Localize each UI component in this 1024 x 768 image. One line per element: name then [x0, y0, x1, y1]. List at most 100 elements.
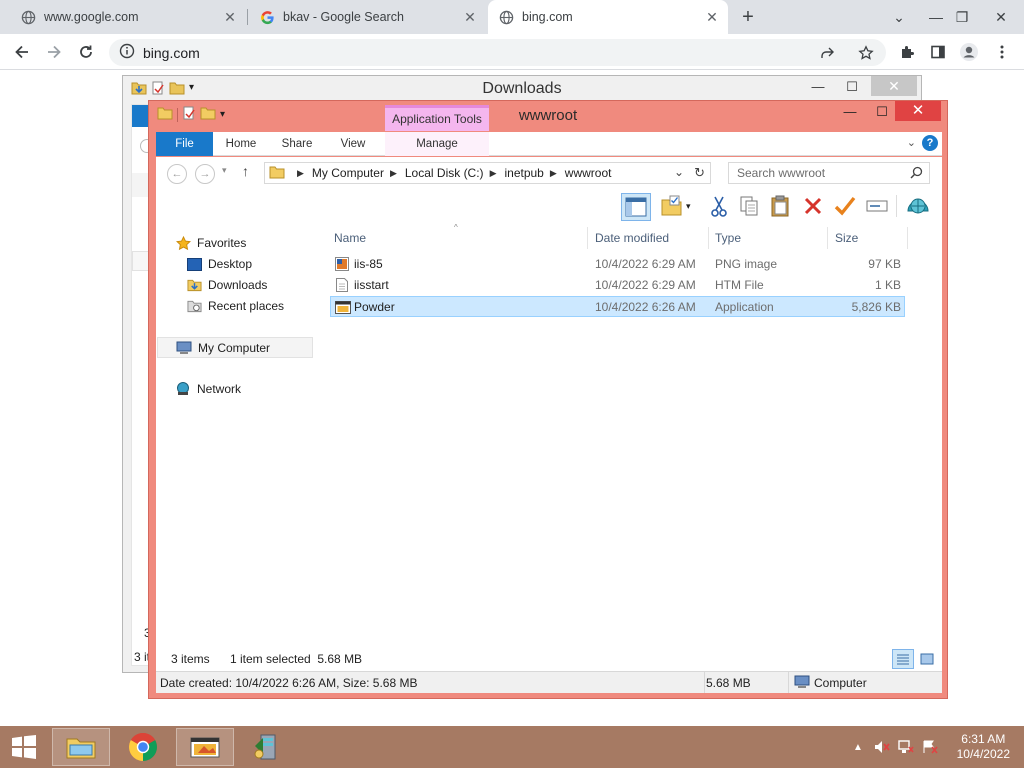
system-clock[interactable]: 6:31 AM 10/4/2022 — [957, 732, 1010, 762]
chrome-icon — [129, 733, 157, 761]
selection-info-text: 1 item selected 5.68 MB — [230, 652, 363, 666]
cut-button[interactable] — [706, 193, 732, 219]
customize-dropdown-icon[interactable]: ▾ — [189, 81, 194, 98]
profile-avatar-icon[interactable] — [957, 40, 981, 64]
side-panel-icon[interactable] — [926, 40, 950, 64]
new-tab-button[interactable]: + — [737, 6, 759, 28]
tab-title: bing.com — [522, 10, 573, 24]
more-menu-icon[interactable] — [990, 40, 1014, 64]
address-dropdown-chevron-icon[interactable]: ⌄ — [674, 165, 684, 179]
network-globe-button[interactable] — [905, 193, 931, 219]
tab-view[interactable]: View — [325, 132, 381, 156]
share-icon[interactable] — [815, 39, 839, 66]
column-header-name[interactable]: Name — [334, 227, 366, 249]
tab-file[interactable]: File — [156, 132, 213, 156]
taskbar-google-chrome[interactable] — [114, 728, 172, 766]
nav-item-network[interactable]: Network — [174, 379, 241, 399]
extensions-puzzle-icon[interactable] — [895, 40, 919, 64]
column-header-date-modified[interactable]: Date modified — [595, 227, 669, 249]
breadcrumb[interactable]: ▶ My Computer ▶ Local Disk (C:) ▶ inetpub ▶… — [264, 162, 711, 184]
column-header-size[interactable]: Size — [835, 227, 858, 249]
maximize-button[interactable]: ☐ — [837, 76, 867, 98]
paste-button[interactable] — [768, 193, 794, 219]
tab-google[interactable]: www.google.com ✕ — [0, 0, 246, 34]
organize-button[interactable] — [659, 193, 685, 219]
large-icons-view-button[interactable] — [916, 649, 938, 669]
column-header-type[interactable]: Type — [715, 227, 741, 249]
checkmark-icon — [834, 196, 856, 216]
forward-button[interactable] — [42, 40, 66, 64]
nav-item-desktop[interactable]: Desktop — [185, 254, 252, 274]
explorer-window-wwwroot[interactable]: ▾ Application Tools wwwroot — ☐ ✕ File H… — [148, 100, 948, 699]
breadcrumb-inetpub[interactable]: inetpub — [504, 166, 543, 180]
tab-home[interactable]: Home — [213, 132, 269, 156]
nav-item-favorites[interactable]: Favorites — [174, 233, 246, 253]
file-date: 10/4/2022 6:29 AM — [595, 257, 696, 271]
properties-icon[interactable] — [151, 81, 165, 98]
close-tab-icon[interactable]: ✕ — [704, 9, 720, 25]
clock-date: 10/4/2022 — [956, 747, 1010, 761]
maximize-button[interactable]: ☐ — [867, 101, 897, 123]
refresh-icon[interactable]: ↻ — [694, 165, 705, 181]
file-type: HTM File — [715, 278, 764, 292]
windows-logo-icon — [12, 735, 36, 759]
new-folder-icon[interactable] — [169, 81, 185, 98]
file-name: Powder — [354, 300, 395, 314]
action-center-flag-icon[interactable] — [921, 738, 939, 756]
up-arrow-icon[interactable]: ↑ — [242, 163, 249, 179]
taskbar-server-manager[interactable] — [238, 728, 296, 766]
minimize-button[interactable]: — — [803, 76, 833, 98]
rename-button[interactable] — [864, 193, 890, 219]
file-row-iisstart[interactable]: iisstart 10/4/2022 6:29 AM HTM File 1 KB — [330, 275, 905, 296]
details-view-button[interactable] — [892, 649, 914, 669]
close-tab-icon[interactable]: ✕ — [222, 9, 238, 25]
reload-button[interactable] — [74, 40, 98, 64]
breadcrumb-local-disk[interactable]: Local Disk (C:) — [405, 166, 484, 180]
recent-locations-dropdown-icon[interactable]: ▾ — [222, 165, 227, 176]
forward-button[interactable]: → — [195, 164, 215, 184]
quick-access-toolbar: ▾ — [131, 81, 194, 98]
select-checkmark-button[interactable] — [832, 193, 858, 219]
address-navigation-bar: ← → ▾ ↑ ▶ My Computer ▶ Local Disk (C:) ▶ i… — [156, 157, 942, 189]
breadcrumb-wwwroot[interactable]: wwwroot — [565, 166, 612, 180]
minimize-button[interactable]: — — [835, 101, 865, 123]
preview-pane-button[interactable] — [621, 193, 651, 221]
preview-pane-icon — [625, 197, 647, 217]
help-icon[interactable]: ? — [922, 135, 938, 151]
volume-muted-icon[interactable] — [873, 738, 891, 756]
close-button[interactable]: ✕ — [871, 76, 917, 96]
bookmark-star-icon[interactable] — [854, 39, 878, 66]
taskbar-file-explorer[interactable] — [52, 728, 110, 766]
close-button[interactable]: ✕ — [895, 101, 941, 121]
search-icon[interactable] — [910, 166, 923, 182]
organize-dropdown-icon[interactable]: ▾ — [686, 201, 691, 212]
taskbar-media-app[interactable] — [176, 728, 234, 766]
close-window-button[interactable]: ✕ — [982, 0, 1020, 34]
nav-item-downloads[interactable]: Downloads — [185, 275, 267, 295]
url-text[interactable]: bing.com — [143, 45, 200, 61]
nav-item-recent-places[interactable]: Recent places — [185, 296, 284, 316]
tab-manage[interactable]: Manage — [385, 132, 489, 156]
tab-bing-active[interactable]: bing.com ✕ — [488, 0, 728, 34]
info-icon[interactable] — [119, 43, 135, 62]
tab-bkav-search[interactable]: bkav - Google Search ✕ — [249, 0, 486, 34]
address-bar[interactable]: bing.com — [109, 39, 886, 66]
restore-button[interactable]: ❐ — [943, 0, 981, 34]
file-row-powder-selected[interactable]: Powder 10/4/2022 6:26 AM Application 5,8… — [330, 296, 905, 317]
desktop-icon — [185, 256, 203, 272]
copy-button[interactable] — [736, 193, 762, 219]
back-button[interactable] — [10, 40, 34, 64]
delete-button[interactable] — [800, 193, 826, 219]
expand-ribbon-chevron-icon[interactable]: ⌄ — [907, 136, 916, 149]
start-button[interactable] — [0, 728, 48, 766]
back-button[interactable]: ← — [167, 164, 187, 184]
breadcrumb-my-computer[interactable]: My Computer — [312, 166, 384, 180]
search-input[interactable]: Search wwwroot — [728, 162, 930, 184]
close-tab-icon[interactable]: ✕ — [462, 9, 478, 25]
file-row-iis-85[interactable]: iis-85 10/4/2022 6:29 AM PNG image 97 KB — [330, 254, 905, 275]
tab-share[interactable]: Share — [269, 132, 325, 156]
show-hidden-icons-chevron-icon[interactable]: ▲ — [849, 738, 867, 756]
network-status-icon[interactable] — [897, 738, 915, 756]
tab-search-chevron-icon[interactable]: ⌄ — [880, 0, 918, 34]
nav-item-my-computer[interactable]: My Computer — [157, 337, 313, 358]
